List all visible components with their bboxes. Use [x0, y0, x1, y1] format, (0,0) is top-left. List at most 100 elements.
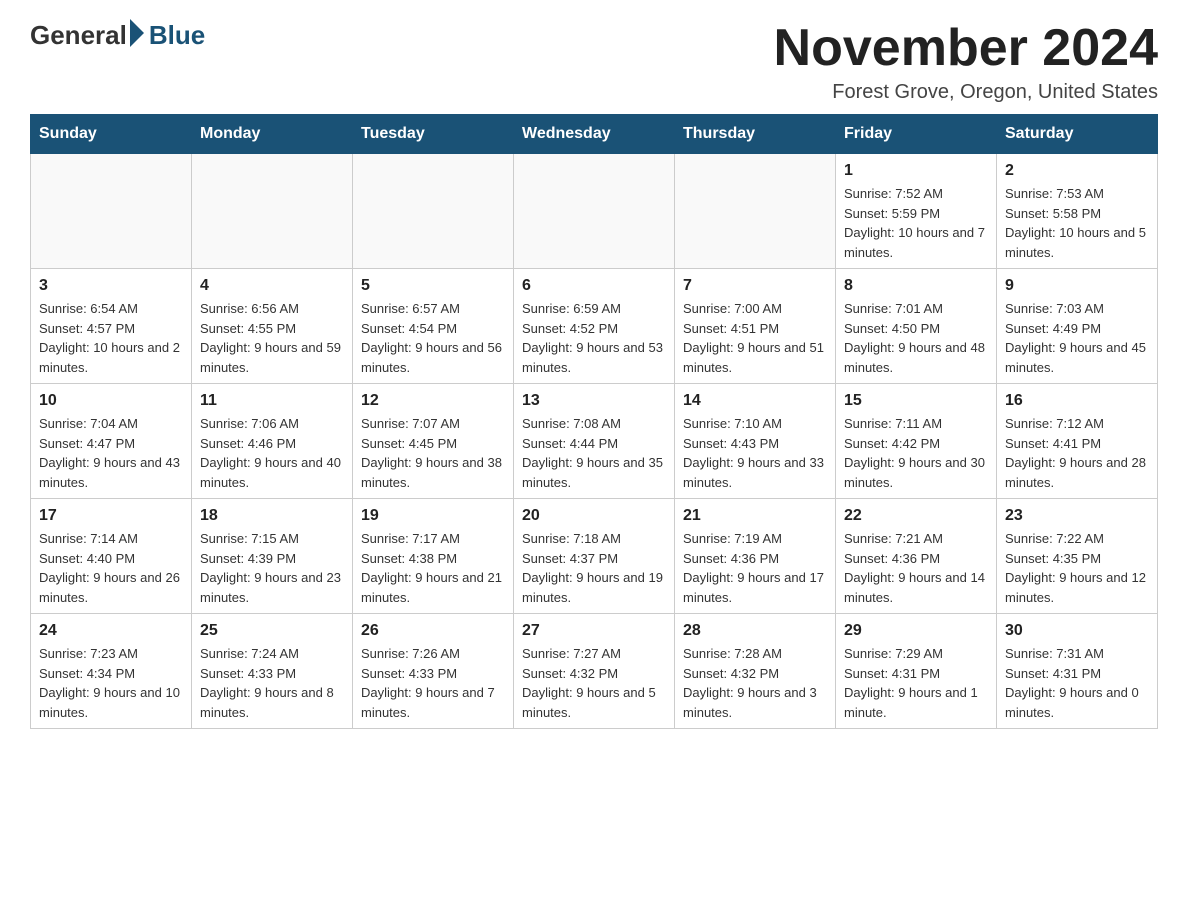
calendar-cell-w5-d6: 29 Sunrise: 7:29 AMSunset: 4:31 PMDayligh…	[836, 614, 997, 729]
day-number: 3	[39, 277, 183, 295]
day-info: Sunrise: 7:10 AMSunset: 4:43 PMDaylight:…	[683, 414, 827, 492]
day-info: Sunrise: 7:06 AMSunset: 4:46 PMDaylight:…	[200, 414, 344, 492]
title-section: November 2024 Forest Grove, Oregon, Unit…	[774, 20, 1158, 104]
header-monday: Monday	[192, 115, 353, 154]
day-number: 28	[683, 622, 827, 640]
calendar-cell-w2-d3: 5Sunrise: 6:57 AMSunset: 4:54 PMDaylight…	[353, 269, 514, 384]
day-info: Sunrise: 7:01 AMSunset: 4:50 PMDaylight:…	[844, 299, 988, 377]
day-number: 19	[361, 507, 505, 525]
day-info: Sunrise: 7:24 AMSunset: 4:33 PMDaylight:…	[200, 644, 344, 722]
calendar-cell-w2-d7: 9 Sunrise: 7:03 AMSunset: 4:49 PMDaylight…	[997, 269, 1158, 384]
day-info: Sunrise: 7:00 AMSunset: 4:51 PMDaylight:…	[683, 299, 827, 377]
day-info: Sunrise: 7:08 AMSunset: 4:44 PMDaylight:…	[522, 414, 666, 492]
day-number: 21	[683, 507, 827, 525]
day-number: 23	[1005, 507, 1149, 525]
day-number: 4	[200, 277, 344, 295]
day-number: 13	[522, 392, 666, 410]
calendar-cell-w3-d4: 13 Sunrise: 7:08 AMSunset: 4:44 PMDayligh…	[514, 384, 675, 499]
logo-blue-text: Blue	[149, 20, 205, 51]
day-info: Sunrise: 7:28 AMSunset: 4:32 PMDaylight:…	[683, 644, 827, 722]
day-info: Sunrise: 7:23 AMSunset: 4:34 PMDaylight:…	[39, 644, 183, 722]
calendar-cell-w4-d1: 17 Sunrise: 7:14 AMSunset: 4:40 PMDayligh…	[31, 499, 192, 614]
day-info: Sunrise: 7:12 AMSunset: 4:41 PMDaylight:…	[1005, 414, 1149, 492]
day-info: Sunrise: 6:57 AMSunset: 4:54 PMDaylight:…	[361, 299, 505, 377]
calendar-cell-w1-d4	[514, 154, 675, 269]
calendar-cell-w4-d2: 18 Sunrise: 7:15 AMSunset: 4:39 PMDayligh…	[192, 499, 353, 614]
day-number: 30	[1005, 622, 1149, 640]
day-info: Sunrise: 7:11 AMSunset: 4:42 PMDaylight:…	[844, 414, 988, 492]
day-info: Sunrise: 7:15 AMSunset: 4:39 PMDaylight:…	[200, 529, 344, 607]
calendar-header: SundayMondayTuesdayWednesdayThursdayFrid…	[31, 115, 1158, 154]
week-row-2: 3 Sunrise: 6:54 AMSunset: 4:57 PMDaylight…	[31, 269, 1158, 384]
calendar-cell-w5-d3: 26 Sunrise: 7:26 AMSunset: 4:33 PMDayligh…	[353, 614, 514, 729]
week-row-4: 17 Sunrise: 7:14 AMSunset: 4:40 PMDayligh…	[31, 499, 1158, 614]
day-number: 11	[200, 392, 344, 410]
day-number: 8	[844, 277, 988, 295]
logo-arrow-icon	[130, 19, 144, 47]
calendar-cell-w3-d5: 14 Sunrise: 7:10 AMSunset: 4:43 PMDayligh…	[675, 384, 836, 499]
day-info: Sunrise: 7:21 AMSunset: 4:36 PMDaylight:…	[844, 529, 988, 607]
day-info: Sunrise: 6:54 AMSunset: 4:57 PMDaylight:…	[39, 299, 183, 377]
day-info: Sunrise: 7:14 AMSunset: 4:40 PMDaylight:…	[39, 529, 183, 607]
day-info: Sunrise: 7:03 AMSunset: 4:49 PMDaylight:…	[1005, 299, 1149, 377]
day-number: 20	[522, 507, 666, 525]
day-info: Sunrise: 7:17 AMSunset: 4:38 PMDaylight:…	[361, 529, 505, 607]
day-number: 22	[844, 507, 988, 525]
day-number: 18	[200, 507, 344, 525]
header-saturday: Saturday	[997, 115, 1158, 154]
day-info: Sunrise: 7:19 AMSunset: 4:36 PMDaylight:…	[683, 529, 827, 607]
calendar-cell-w3-d3: 12 Sunrise: 7:07 AMSunset: 4:45 PMDayligh…	[353, 384, 514, 499]
day-info: Sunrise: 7:29 AMSunset: 4:31 PMDaylight:…	[844, 644, 988, 722]
calendar-cell-w5-d5: 28 Sunrise: 7:28 AMSunset: 4:32 PMDayligh…	[675, 614, 836, 729]
calendar-cell-w1-d1	[31, 154, 192, 269]
logo-general-text: General	[30, 20, 127, 51]
day-number: 17	[39, 507, 183, 525]
calendar-cell-w4-d5: 21 Sunrise: 7:19 AMSunset: 4:36 PMDayligh…	[675, 499, 836, 614]
day-number: 27	[522, 622, 666, 640]
day-number: 14	[683, 392, 827, 410]
week-row-3: 10 Sunrise: 7:04 AMSunset: 4:47 PMDayligh…	[31, 384, 1158, 499]
header-row: SundayMondayTuesdayWednesdayThursdayFrid…	[31, 115, 1158, 154]
day-info: Sunrise: 7:31 AMSunset: 4:31 PMDaylight:…	[1005, 644, 1149, 722]
day-number: 25	[200, 622, 344, 640]
week-row-5: 24 Sunrise: 7:23 AMSunset: 4:34 PMDayligh…	[31, 614, 1158, 729]
header-friday: Friday	[836, 115, 997, 154]
calendar-cell-w1-d2	[192, 154, 353, 269]
calendar-cell-w3-d7: 16 Sunrise: 7:12 AMSunset: 4:41 PMDayligh…	[997, 384, 1158, 499]
calendar-cell-w5-d7: 30 Sunrise: 7:31 AMSunset: 4:31 PMDayligh…	[997, 614, 1158, 729]
calendar-cell-w4-d4: 20 Sunrise: 7:18 AMSunset: 4:37 PMDayligh…	[514, 499, 675, 614]
day-number: 7	[683, 277, 827, 295]
day-number: 26	[361, 622, 505, 640]
day-number: 9	[1005, 277, 1149, 295]
calendar-cell-w1-d5	[675, 154, 836, 269]
day-number: 16	[1005, 392, 1149, 410]
day-number: 29	[844, 622, 988, 640]
calendar-cell-w3-d2: 11 Sunrise: 7:06 AMSunset: 4:46 PMDayligh…	[192, 384, 353, 499]
calendar-cell-w2-d2: 4Sunrise: 6:56 AMSunset: 4:55 PMDaylight…	[192, 269, 353, 384]
day-number: 10	[39, 392, 183, 410]
day-info: Sunrise: 6:59 AMSunset: 4:52 PMDaylight:…	[522, 299, 666, 377]
day-info: Sunrise: 7:26 AMSunset: 4:33 PMDaylight:…	[361, 644, 505, 722]
page-header: General Blue November 2024 Forest Grove,…	[30, 20, 1158, 104]
day-info: Sunrise: 7:53 AMSunset: 5:58 PMDaylight:…	[1005, 184, 1149, 262]
day-number: 1	[844, 162, 988, 180]
day-number: 24	[39, 622, 183, 640]
day-info: Sunrise: 7:18 AMSunset: 4:37 PMDaylight:…	[522, 529, 666, 607]
week-row-1: 1 Sunrise: 7:52 AMSunset: 5:59 PMDaylight…	[31, 154, 1158, 269]
header-wednesday: Wednesday	[514, 115, 675, 154]
day-info: Sunrise: 7:52 AMSunset: 5:59 PMDaylight:…	[844, 184, 988, 262]
day-info: Sunrise: 7:27 AMSunset: 4:32 PMDaylight:…	[522, 644, 666, 722]
calendar-cell-w2-d1: 3 Sunrise: 6:54 AMSunset: 4:57 PMDaylight…	[31, 269, 192, 384]
calendar-cell-w1-d3	[353, 154, 514, 269]
month-title: November 2024	[774, 20, 1158, 77]
logo: General Blue	[30, 20, 205, 51]
header-tuesday: Tuesday	[353, 115, 514, 154]
calendar-cell-w4-d3: 19 Sunrise: 7:17 AMSunset: 4:38 PMDayligh…	[353, 499, 514, 614]
header-sunday: Sunday	[31, 115, 192, 154]
calendar-cell-w3-d6: 15Sunrise: 7:11 AMSunset: 4:42 PMDayligh…	[836, 384, 997, 499]
day-info: Sunrise: 7:22 AMSunset: 4:35 PMDaylight:…	[1005, 529, 1149, 607]
day-number: 12	[361, 392, 505, 410]
day-info: Sunrise: 7:07 AMSunset: 4:45 PMDaylight:…	[361, 414, 505, 492]
calendar-cell-w5-d2: 25 Sunrise: 7:24 AMSunset: 4:33 PMDayligh…	[192, 614, 353, 729]
day-info: Sunrise: 7:04 AMSunset: 4:47 PMDaylight:…	[39, 414, 183, 492]
